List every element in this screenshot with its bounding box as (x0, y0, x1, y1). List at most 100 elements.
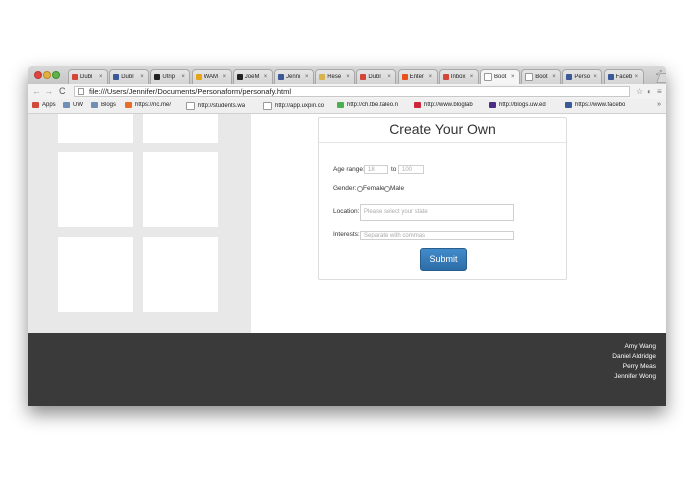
tab-label: Inbox (450, 74, 466, 80)
uw-icon (489, 102, 496, 108)
page-icon (484, 73, 492, 81)
persona-tile[interactable] (143, 152, 218, 227)
tab-close-icon[interactable]: × (346, 74, 354, 80)
extension-icon[interactable]: ◐ (647, 86, 652, 97)
tab-label: Utrip (162, 74, 176, 80)
browser-tab[interactable]: Rese × (315, 69, 356, 84)
browser-tab[interactable]: Dubl × (68, 69, 108, 84)
tab-label: Rese (327, 74, 342, 80)
gmail-icon (72, 74, 78, 80)
nc-icon (125, 102, 132, 108)
tab-label: JoeM (244, 74, 260, 80)
gmail-icon (360, 74, 367, 80)
browser-tab[interactable]: Jenni × (274, 69, 314, 84)
bookmark-label: https://www.facebo (575, 102, 626, 108)
bookmark-label: http://students.wa (198, 103, 246, 109)
close-window-button[interactable] (34, 71, 42, 79)
bookmark-item[interactable]: http://app.uxpin.co (263, 102, 333, 110)
location-label: Location: (333, 208, 360, 215)
persona-tile[interactable] (58, 237, 133, 312)
gmail-icon (442, 74, 449, 80)
reload-icon[interactable]: C (59, 85, 66, 98)
bookmark-item[interactable]: https://nc.me/ (125, 102, 183, 108)
browser-tab[interactable]: Faceb × (603, 69, 644, 84)
tab-close-icon[interactable]: × (635, 74, 643, 80)
interests-input[interactable]: Separate with commas (360, 231, 514, 240)
tab-close-icon[interactable]: × (99, 74, 107, 80)
tab-close-icon[interactable]: × (140, 74, 148, 80)
minimize-window-button[interactable] (43, 71, 51, 79)
age-min-input[interactable]: 18 (364, 165, 388, 174)
facebook-icon (278, 74, 284, 80)
bookmark-label: http://app.uxpin.co (275, 103, 325, 109)
browser-tab[interactable]: Dubl × (109, 69, 150, 84)
tab-close-icon[interactable]: × (552, 74, 560, 80)
tab-close-icon[interactable]: × (223, 74, 231, 80)
location-select[interactable]: Please select your state (360, 204, 514, 221)
browser-tab[interactable]: JoeM × (232, 69, 273, 84)
persona-tile[interactable] (58, 114, 133, 143)
browser-tab[interactable]: Perso × (562, 69, 603, 84)
bookmark-item[interactable]: Apps (32, 102, 60, 108)
page-icon (263, 102, 272, 110)
tab-close-icon[interactable]: × (264, 74, 272, 80)
bookmark-item[interactable]: http://students.wa (186, 102, 258, 110)
tab-label: Boot (535, 74, 548, 80)
bookmark-label: Apps (42, 102, 56, 108)
bookmark-item[interactable]: http://ch.tbe.taleo.n (337, 102, 410, 108)
menu-icon[interactable]: ≡ (657, 86, 662, 97)
tab-close-icon[interactable]: × (387, 74, 395, 80)
browser-tab[interactable]: WAM × (191, 69, 232, 84)
folder-icon (63, 102, 70, 108)
tab-close-icon[interactable]: × (470, 74, 478, 80)
persona-tile[interactable] (143, 237, 218, 312)
form-title: Create Your Own (389, 121, 496, 137)
browser-tab[interactable]: Enter × (397, 69, 438, 84)
bookmark-label: http://www.bloglab (424, 102, 473, 108)
address-bar[interactable]: file:///Users/Jennifer/Documents/Persona… (74, 86, 630, 97)
bookmark-item[interactable]: UW (63, 102, 89, 108)
persona-tile[interactable] (58, 152, 133, 227)
bookmark-item[interactable]: https://www.facebo (565, 102, 637, 108)
tab-close-icon[interactable]: × (181, 74, 189, 80)
browser-tab[interactable]: Boot × (521, 69, 562, 84)
page-footer: Amy Wang Daniel Aldridge Perry Meas Jennife… (28, 333, 666, 406)
browser-tab[interactable]: Dubl × (356, 69, 397, 84)
bloglab-icon (414, 102, 421, 108)
back-arrow-icon[interactable]: ← (32, 85, 41, 98)
folder-icon (91, 102, 98, 108)
author-name: Amy Wang (624, 343, 656, 350)
page-icon (186, 102, 195, 110)
zoom-window-button[interactable] (52, 71, 60, 79)
wam-icon (195, 74, 202, 80)
bookmark-item[interactable]: Blogs (91, 102, 123, 108)
tab-close-icon[interactable]: × (429, 74, 437, 80)
submit-button[interactable]: Submit (420, 248, 467, 271)
age-to-label: to (391, 166, 397, 173)
tab-favicon-icon (401, 74, 408, 80)
tab-close-icon[interactable]: × (511, 74, 519, 80)
age-range-label: Age range: (333, 166, 365, 173)
forward-arrow-icon[interactable]: → (44, 85, 53, 98)
browser-tab[interactable]: Inbox × (438, 69, 479, 84)
fullscreen-icon[interactable]: ⤢ (656, 70, 662, 78)
facebook-icon (565, 102, 572, 108)
persona-tile[interactable] (143, 114, 218, 143)
bookmark-label: https://nc.me/ (135, 102, 172, 108)
browser-tab[interactable]: Boot × (480, 69, 520, 84)
browser-toolbar: ← → C file:///Users/Jennifer/Documents/P… (28, 84, 666, 100)
utrip-icon (154, 74, 161, 80)
tab-label: WAM (203, 74, 219, 80)
tab-close-icon[interactable]: × (305, 74, 313, 80)
bookmark-label: Blogs (101, 102, 117, 108)
browser-tab[interactable]: Utrip × (150, 69, 191, 84)
bookmark-item[interactable]: http://www.bloglab (414, 102, 485, 108)
age-max-input[interactable]: 100 (398, 165, 424, 174)
tab-favicon-icon (113, 74, 120, 80)
bookmarks-overflow-icon[interactable]: » (657, 101, 661, 108)
tab-close-icon[interactable]: × (593, 74, 601, 80)
bookmark-item[interactable]: http://blogs.uw.ed (489, 102, 561, 108)
browser-window: Dubl × Dubl × Utrip × WAM × JoeM × Jenni × Rese × Dubl… (28, 66, 666, 406)
bookmark-star-icon[interactable]: ☆ (636, 86, 643, 97)
facebook-icon (566, 74, 573, 80)
